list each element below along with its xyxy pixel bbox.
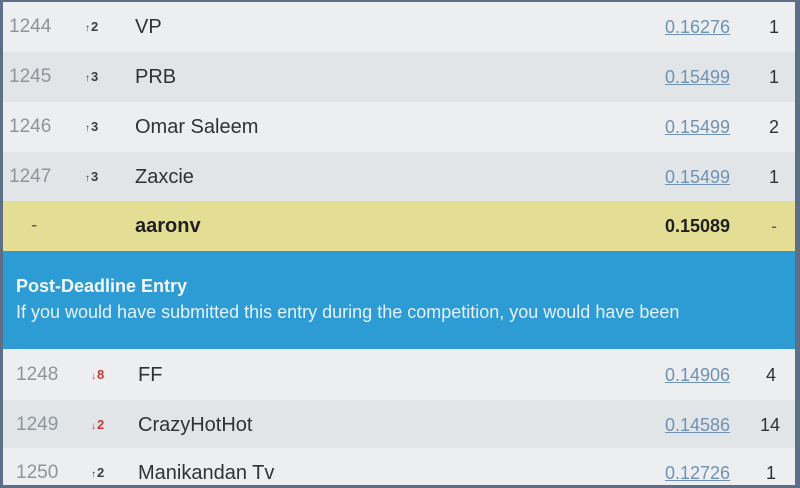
score-link[interactable]: 0.15499 (665, 52, 730, 102)
team-name: Zaxcie (135, 166, 194, 188)
rank-cell: 1247 (9, 166, 52, 187)
entries-count: 1 (769, 167, 780, 187)
score-link[interactable]: 0.14586 (665, 400, 730, 450)
rank-cell: 1248 (16, 364, 59, 385)
leaderboard-screen: 1244 ↑2 VP 0.16276 1 1245 ↑3 PRB 0.15499… (3, 2, 795, 485)
team-name: aaronv (135, 215, 201, 237)
arrow-up-icon: ↑ (85, 173, 90, 184)
score-link[interactable]: 0.15499 (665, 102, 730, 152)
rank-cell: 1244 (9, 16, 52, 37)
banner-text: If you would have submitted this entry d… (16, 302, 680, 322)
arrow-up-icon: ↑ (91, 469, 96, 480)
score-link[interactable]: 0.14906 (665, 350, 730, 400)
rank-change: ↑3 (85, 119, 99, 134)
banner-title: Post-Deadline Entry (16, 276, 188, 296)
team-name: FF (138, 364, 163, 386)
table-row: 1250 ↑2 Manikandan Tv 0.12726 1 (3, 448, 795, 485)
rank-cell: 1246 (9, 116, 52, 137)
arrow-down-icon: ↓ (91, 421, 96, 432)
arrow-up-icon: ↑ (85, 73, 90, 84)
table-row: 1246 ↑3 Omar Saleem 0.15499 2 (3, 102, 795, 153)
rank-change: ↑2 (85, 19, 99, 34)
score-link[interactable]: 0.12726 (665, 448, 730, 485)
entries-count: 4 (766, 365, 777, 385)
rank-cell: - (31, 215, 38, 236)
team-name: Omar Saleem (135, 116, 259, 138)
score-link[interactable]: 0.15499 (665, 152, 730, 202)
current-user-row: - aaronv 0.15089 - (3, 201, 795, 252)
team-name: Manikandan Tv (138, 462, 275, 484)
table-row: 1245 ↑3 PRB 0.15499 1 (3, 52, 795, 103)
score-link[interactable]: 0.16276 (665, 2, 730, 52)
table-row: 1249 ↓2 CrazyHotHot 0.14586 14 (3, 400, 795, 451)
rank-change: ↓8 (91, 367, 105, 382)
entries-count: 1 (769, 67, 780, 87)
arrow-up-icon: ↑ (85, 23, 90, 34)
team-name: VP (135, 16, 162, 38)
team-name: CrazyHotHot (138, 414, 253, 436)
arrow-down-icon: ↓ (91, 371, 96, 382)
rank-change: ↑3 (85, 69, 99, 84)
table-row: 1247 ↑3 Zaxcie 0.15499 1 (3, 152, 795, 203)
rank-cell: 1249 (16, 414, 59, 435)
entries-count: 1 (769, 17, 780, 37)
team-name: PRB (135, 66, 177, 88)
rank-cell: 1250 (16, 462, 59, 483)
post-deadline-banner: Post-Deadline Entry If you would have su… (3, 251, 795, 349)
rank-change: ↑2 (91, 465, 105, 480)
score-value: 0.15089 (665, 216, 731, 236)
entries-count: 1 (766, 463, 777, 483)
rank-cell: 1245 (9, 66, 52, 87)
entries-count: 14 (760, 415, 781, 435)
table-row: 1244 ↑2 VP 0.16276 1 (3, 2, 795, 53)
entries-count: - (771, 216, 777, 236)
arrow-up-icon: ↑ (85, 123, 90, 134)
rank-change: ↓2 (91, 417, 105, 432)
table-row: 1248 ↓8 FF 0.14906 4 (3, 350, 795, 401)
entries-count: 2 (769, 117, 780, 137)
rank-change: ↑3 (85, 169, 99, 184)
